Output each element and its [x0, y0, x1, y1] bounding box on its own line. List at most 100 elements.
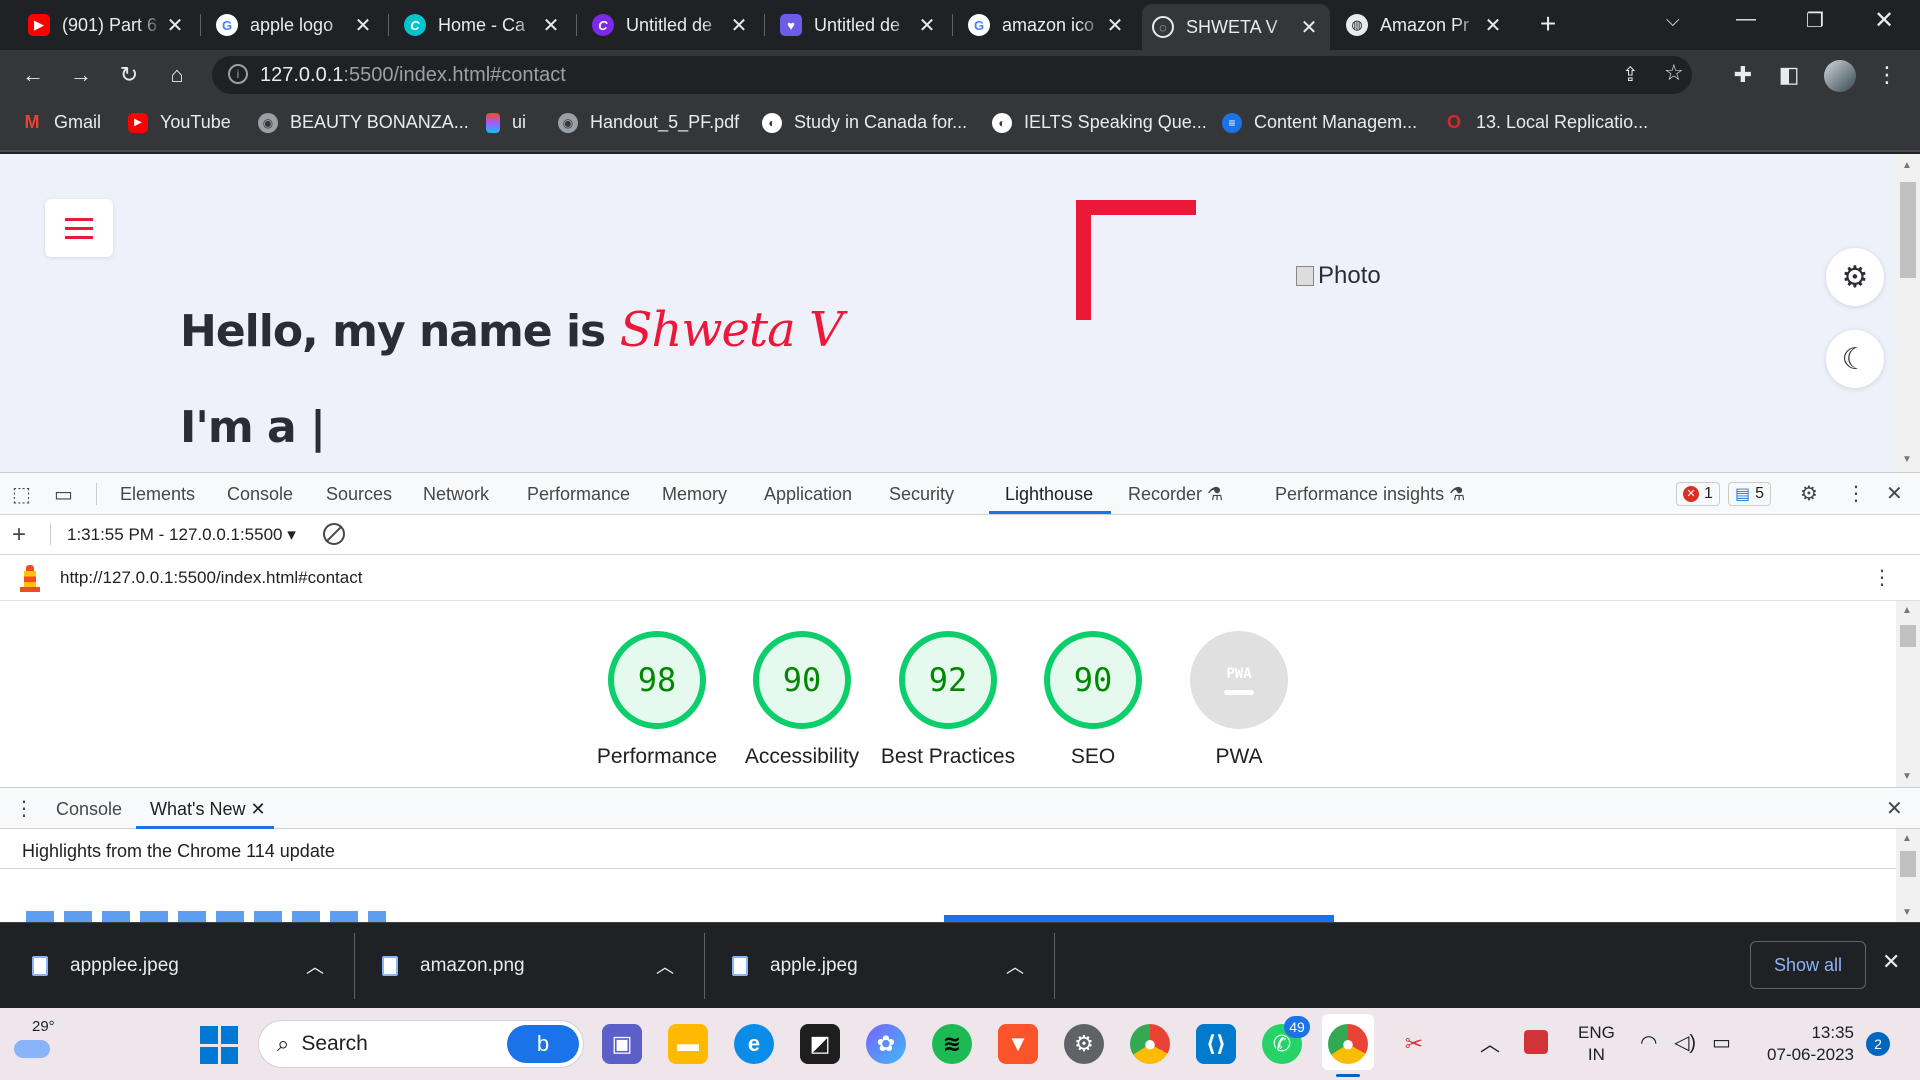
scrollbar-thumb[interactable]	[1900, 182, 1916, 278]
profile-avatar[interactable]	[1824, 60, 1856, 92]
chrome-menu-icon[interactable]: ⋮	[1870, 58, 1904, 92]
drawer-tab-whats-new[interactable]: What's New ✕	[150, 799, 266, 820]
tab-memory[interactable]: Memory	[662, 484, 727, 505]
browser-tab[interactable]: ♥ Untitled de ✕	[770, 6, 948, 44]
bookmark-ui[interactable]: ui	[486, 112, 526, 133]
bookmark-ielts[interactable]: ◐ IELTS Speaking Que...	[992, 112, 1207, 133]
tab-search-chevron-icon[interactable]: ⌵	[1666, 10, 1680, 31]
chrome-icon[interactable]: ●	[1328, 1024, 1368, 1064]
copilot-icon[interactable]: ✿	[866, 1024, 906, 1064]
extensions-puzzle-icon[interactable]: ✚	[1726, 58, 1760, 92]
edge-icon[interactable]: e	[734, 1024, 774, 1064]
browser-tab[interactable]: ▶ (901) Part 6 ✕	[18, 6, 196, 44]
home-icon[interactable]: ⌂	[160, 58, 194, 92]
wifi-icon[interactable]: ◠	[1640, 1030, 1657, 1055]
bookmark-content-management[interactable]: ≡ Content Managem...	[1222, 112, 1417, 133]
chevron-up-icon[interactable]: ︿	[1480, 1028, 1500, 1057]
share-icon[interactable]: ⇪	[1622, 62, 1639, 87]
side-panel-icon[interactable]: ◧	[1772, 58, 1806, 92]
spotify-icon[interactable]: ≋	[932, 1024, 972, 1064]
sticky-notes-icon[interactable]: ◩	[800, 1024, 840, 1064]
battery-icon[interactable]: ▭	[1712, 1030, 1731, 1055]
tab-elements[interactable]: Elements	[120, 484, 195, 505]
dark-mode-toggle[interactable]: ☾	[1826, 330, 1884, 388]
browser-tab[interactable]: G amazon ico ✕	[958, 6, 1136, 44]
download-item[interactable]: amazon.png ︿	[350, 923, 700, 1009]
notification-badge[interactable]: 2	[1866, 1032, 1890, 1056]
clear-reports-icon[interactable]	[323, 523, 345, 545]
browser-tab[interactable]: C Untitled de ✕	[582, 6, 760, 44]
tab-recorder[interactable]: Recorder ⚗	[1128, 484, 1223, 505]
bookmark-local-replication[interactable]: O 13. Local Replicatio...	[1444, 112, 1648, 133]
bookmark-gmail[interactable]: M Gmail	[22, 112, 102, 133]
clock[interactable]: 13:35 07-06-2023	[1756, 1022, 1854, 1066]
close-tab-icon[interactable]: ✕	[916, 13, 938, 38]
bookmark-star-icon[interactable]: ☆	[1664, 60, 1684, 86]
report-scrollbar[interactable]: ▲ ▼	[1896, 601, 1920, 787]
more-options-icon[interactable]: ⋮	[1846, 481, 1866, 506]
tab-security[interactable]: Security	[889, 484, 954, 505]
close-tab-icon[interactable]: ✕	[250, 799, 265, 819]
report-url[interactable]: http://127.0.0.1:5500/index.html#contact	[60, 568, 362, 588]
score-gauge-best-practices[interactable]: 92 Best Practices	[878, 631, 1018, 771]
restore-icon[interactable]: ❐	[1806, 8, 1824, 33]
score-gauge-pwa[interactable]: PWA PWA	[1169, 631, 1309, 771]
bookmark-youtube[interactable]: ▶ YouTube	[128, 112, 231, 133]
score-gauge-performance[interactable]: 98 Performance	[587, 631, 727, 771]
brave-icon[interactable]: ▼	[998, 1024, 1038, 1064]
close-shelf-icon[interactable]: ✕	[1882, 949, 1900, 975]
browser-tab[interactable]: C Home - Ca ✕	[394, 6, 572, 44]
scroll-up-icon[interactable]: ▲	[1902, 833, 1912, 844]
snipping-tool-icon[interactable]: ✂	[1394, 1024, 1434, 1064]
drawer-menu-icon[interactable]: ⋮	[14, 796, 34, 821]
device-toolbar-icon[interactable]: ▭	[54, 482, 73, 507]
tray-app-icon[interactable]	[1524, 1030, 1548, 1054]
settings-gear-icon[interactable]: ⚙	[1800, 481, 1818, 506]
browser-tab-active[interactable]: ◌ SHWETA V ✕	[1142, 4, 1330, 50]
close-drawer-icon[interactable]: ✕	[1886, 796, 1903, 821]
message-counter[interactable]: ▤ 5	[1728, 482, 1772, 506]
chevron-up-icon[interactable]: ︿	[1006, 953, 1024, 979]
weather-widget[interactable]: 29°	[12, 1018, 55, 1062]
tab-performance-insights[interactable]: Performance insights ⚗	[1275, 484, 1465, 505]
score-gauge-accessibility[interactable]: 90 Accessibility	[732, 631, 872, 771]
tab-console[interactable]: Console	[227, 484, 293, 505]
scrollbar-thumb[interactable]	[1900, 851, 1916, 877]
file-explorer-icon[interactable]: ▬	[668, 1024, 708, 1064]
browser-tab[interactable]: G apple logo ✕	[206, 6, 384, 44]
scroll-down-icon[interactable]: ▼	[1902, 907, 1912, 918]
close-tab-icon[interactable]: ✕	[1104, 13, 1126, 38]
bookmark-handout[interactable]: ◉ Handout_5_PF.pdf	[558, 112, 739, 133]
new-tab-button[interactable]: +	[1530, 8, 1566, 42]
close-tab-icon[interactable]: ✕	[728, 13, 750, 38]
page-scrollbar[interactable]: ▲ ▼	[1896, 154, 1920, 472]
taskbar-search[interactable]: ⌕ Search b	[258, 1020, 584, 1068]
drawer-scrollbar[interactable]: ▲ ▼	[1896, 829, 1920, 923]
tab-application[interactable]: Application	[764, 484, 852, 505]
close-tab-icon[interactable]: ✕	[352, 13, 374, 38]
drawer-tab-console[interactable]: Console	[56, 799, 122, 820]
language-indicator[interactable]: ENG IN	[1578, 1022, 1615, 1066]
new-report-plus-icon[interactable]: +	[12, 521, 26, 549]
chevron-up-icon[interactable]: ︿	[656, 953, 674, 979]
hamburger-menu-button[interactable]	[45, 199, 113, 257]
bookmark-beauty-bonanza[interactable]: ◉ BEAUTY BONANZA...	[258, 112, 469, 133]
teams-icon[interactable]: ▣	[602, 1024, 642, 1064]
tab-sources[interactable]: Sources	[326, 484, 392, 505]
scrollbar-thumb[interactable]	[1900, 625, 1916, 647]
download-item[interactable]: appplee.jpeg ︿	[0, 923, 350, 1009]
vscode-icon[interactable]: ⟨⟩	[1196, 1024, 1236, 1064]
inspect-element-icon[interactable]: ⬚	[12, 482, 31, 507]
browser-tab[interactable]: ◍ Amazon Pr ✕	[1336, 6, 1514, 44]
report-menu-icon[interactable]: ⋮	[1872, 565, 1892, 590]
address-bar[interactable]: i 127.0.0.1:5500/index.html#contact ⇪ ☆	[212, 56, 1692, 94]
back-arrow-icon[interactable]: ←	[16, 58, 50, 92]
scroll-down-icon[interactable]: ▼	[1902, 454, 1912, 465]
bookmark-study-canada[interactable]: ◐ Study in Canada for...	[762, 112, 967, 133]
tab-performance[interactable]: Performance	[527, 484, 630, 505]
close-tab-icon[interactable]: ✕	[1482, 13, 1504, 38]
scroll-down-icon[interactable]: ▼	[1902, 771, 1912, 782]
tab-lighthouse[interactable]: Lighthouse	[1005, 484, 1093, 505]
settings-gear-icon[interactable]: ⚙	[1064, 1024, 1104, 1064]
forward-arrow-icon[interactable]: →	[64, 58, 98, 92]
